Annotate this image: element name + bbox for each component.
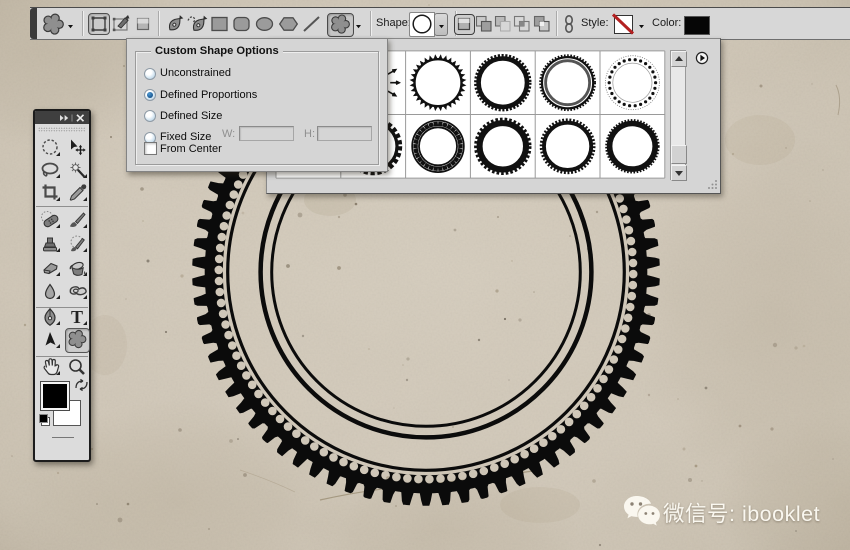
svg-text:T: T [70,307,82,327]
